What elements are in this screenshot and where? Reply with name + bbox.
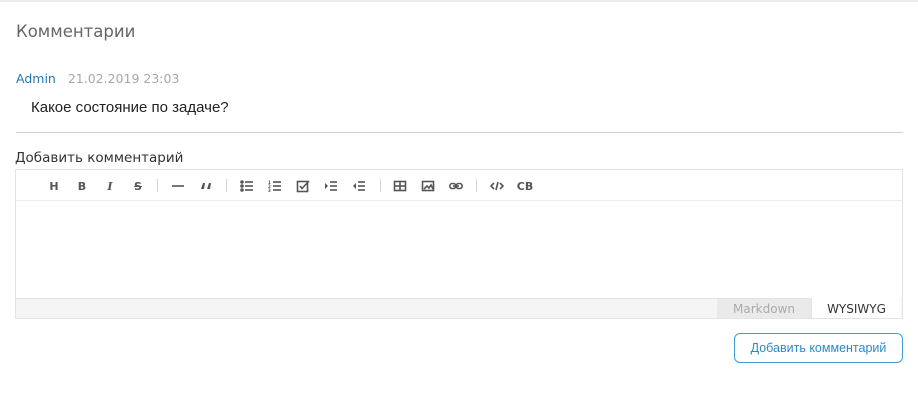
toolbar-separator xyxy=(157,179,158,192)
codeblock-icon[interactable]: CB xyxy=(515,177,535,195)
comment-input[interactable] xyxy=(16,201,902,299)
comment-meta: Admin 21.02.2019 23:03 xyxy=(16,71,179,86)
comment-editor: H B I S 123 CB Markdown WYSIWYG xyxy=(15,169,903,319)
editor-toolbar: H B I S 123 CB xyxy=(16,170,902,201)
bullet-list-icon[interactable] xyxy=(237,177,257,195)
comments-title: Комментарии xyxy=(16,22,136,41)
table-icon[interactable] xyxy=(390,177,410,195)
wysiwyg-tab[interactable]: WYSIWYG xyxy=(811,298,901,318)
ordered-list-icon[interactable]: 123 xyxy=(265,177,285,195)
comment-text: Какое состояние по задаче? xyxy=(31,99,229,116)
link-icon[interactable] xyxy=(446,177,466,195)
add-comment-button[interactable]: Добавить комментарий xyxy=(734,333,903,363)
hr-icon[interactable] xyxy=(168,177,188,195)
image-icon[interactable] xyxy=(418,177,438,195)
code-icon[interactable] xyxy=(487,177,507,195)
strike-icon[interactable]: S xyxy=(128,177,148,195)
comment-date: 21.02.2019 23:03 xyxy=(67,71,180,86)
toolbar-separator xyxy=(476,179,477,192)
toolbar-separator xyxy=(226,179,227,192)
comment-author-link[interactable]: Admin xyxy=(16,71,56,86)
heading-icon[interactable]: H xyxy=(44,177,64,195)
divider xyxy=(16,132,903,133)
svg-text:3: 3 xyxy=(268,188,271,193)
outdent-icon[interactable] xyxy=(349,177,369,195)
indent-icon[interactable] xyxy=(321,177,341,195)
add-comment-label: Добавить комментарий xyxy=(15,150,184,166)
markdown-tab[interactable]: Markdown xyxy=(717,298,811,318)
top-border xyxy=(0,0,918,2)
quote-icon[interactable] xyxy=(196,177,216,195)
toolbar-separator xyxy=(380,179,381,192)
task-list-icon[interactable] xyxy=(293,177,313,195)
italic-icon[interactable]: I xyxy=(100,177,120,195)
bold-icon[interactable]: B xyxy=(72,177,92,195)
editor-mode-bar: Markdown WYSIWYG xyxy=(16,298,902,318)
